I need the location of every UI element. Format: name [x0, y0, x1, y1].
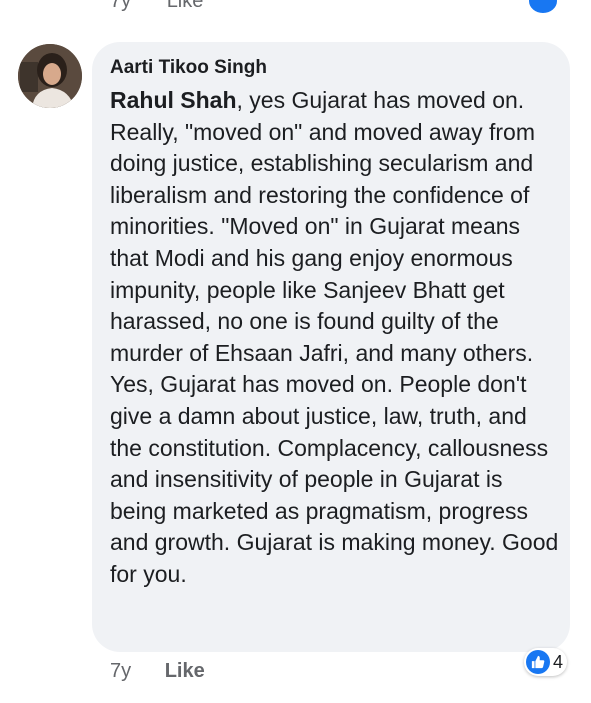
comment-body: , yes Gujarat has moved on. Really, "mov… — [110, 87, 559, 587]
comment-text: Rahul Shah, yes Gujarat has moved on. Re… — [110, 85, 560, 591]
avatar[interactable] — [18, 44, 82, 108]
previous-comment-meta: 7y Like — [110, 0, 233, 13]
comment-author-name[interactable]: Aarti Tikoo Singh — [110, 57, 267, 79]
comment-meta: 7y Like — [110, 660, 205, 683]
reaction-count: 4 — [553, 651, 564, 672]
comment-mention-link[interactable]: Rahul Shah — [110, 87, 237, 113]
reaction-summary[interactable]: 4 — [524, 648, 568, 676]
avatar-photo-icon — [18, 44, 82, 108]
comment-time[interactable]: 7y — [110, 660, 131, 682]
previous-comment-reaction-badge[interactable] — [526, 0, 560, 16]
like-link[interactable]: Like — [165, 660, 205, 682]
previous-comment-like-link[interactable]: Like — [167, 0, 204, 12]
thumbs-up-icon — [526, 650, 550, 674]
previous-comment-time: 7y — [110, 0, 132, 12]
